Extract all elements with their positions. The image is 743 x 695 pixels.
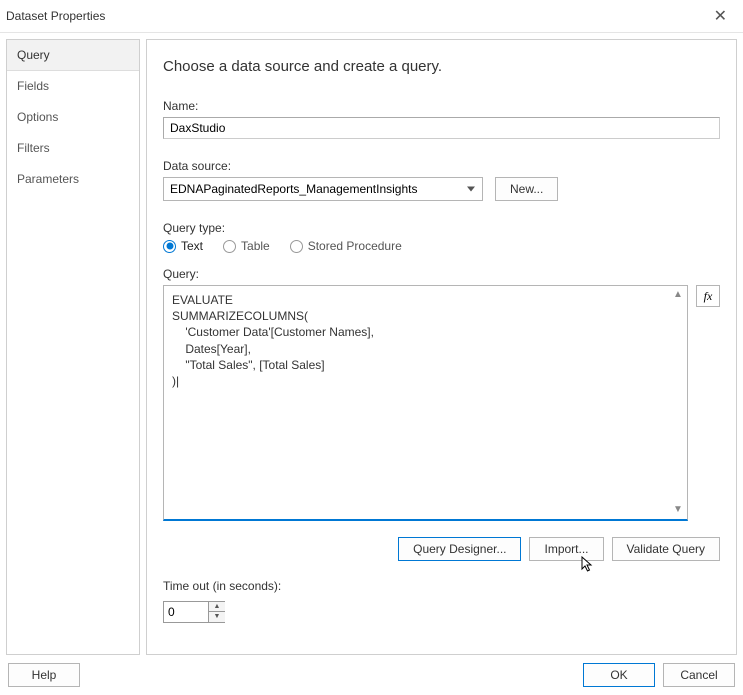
radio-stored-procedure[interactable]: Stored Procedure xyxy=(290,239,402,253)
datasource-dropdown[interactable]: EDNAPaginatedReports_ManagementInsights xyxy=(163,177,483,201)
sidebar: Query Fields Options Filters Parameters xyxy=(6,39,140,655)
scroll-down-icon[interactable]: ▼ xyxy=(671,503,685,517)
query-designer-button[interactable]: Query Designer... xyxy=(398,537,521,561)
radio-text[interactable]: Text xyxy=(163,239,203,253)
spinner-down-icon[interactable]: ▼ xyxy=(209,612,225,622)
fx-button[interactable]: fx xyxy=(696,285,720,307)
help-button[interactable]: Help xyxy=(8,663,80,687)
query-textarea-wrap: ▲ ▼ xyxy=(163,285,688,521)
query-area: ▲ ▼ fx xyxy=(163,285,720,521)
sidebar-item-options[interactable]: Options xyxy=(7,102,139,133)
sidebar-item-label: Fields xyxy=(17,79,49,93)
validate-query-button[interactable]: Validate Query xyxy=(612,537,721,561)
timeout-row: Time out (in seconds): ▲ ▼ xyxy=(163,579,720,623)
close-icon[interactable]: ✕ xyxy=(708,6,733,26)
sidebar-item-label: Parameters xyxy=(17,172,79,186)
sidebar-item-fields[interactable]: Fields xyxy=(7,71,139,102)
timeout-spinner[interactable]: ▲ ▼ xyxy=(163,601,225,623)
name-label: Name: xyxy=(163,99,720,113)
datasource-label: Data source: xyxy=(163,159,720,173)
query-button-row: Query Designer... Import... Validate Que… xyxy=(163,537,720,561)
query-textarea[interactable] xyxy=(164,286,687,519)
radio-table[interactable]: Table xyxy=(223,239,270,253)
fx-icon: fx xyxy=(704,289,713,304)
querytype-group: Text Table Stored Procedure xyxy=(163,239,720,253)
panel-heading: Choose a data source and create a query. xyxy=(163,58,720,75)
ok-button[interactable]: OK xyxy=(583,663,655,687)
querytype-label: Query type: xyxy=(163,221,720,235)
radio-icon xyxy=(290,240,303,253)
content: Query Fields Options Filters Parameters … xyxy=(0,33,743,655)
spinner-up-icon[interactable]: ▲ xyxy=(209,602,225,612)
datasource-select[interactable]: EDNAPaginatedReports_ManagementInsights xyxy=(163,177,483,201)
query-label: Query: xyxy=(163,267,720,281)
radio-label: Table xyxy=(241,239,270,253)
spinner-buttons: ▲ ▼ xyxy=(208,602,225,622)
new-datasource-button[interactable]: New... xyxy=(495,177,558,201)
sidebar-item-parameters[interactable]: Parameters xyxy=(7,164,139,195)
radio-label: Text xyxy=(181,239,203,253)
import-button[interactable]: Import... xyxy=(529,537,603,561)
cancel-button[interactable]: Cancel xyxy=(663,663,735,687)
query-panel: Choose a data source and create a query.… xyxy=(146,39,737,655)
radio-label: Stored Procedure xyxy=(308,239,402,253)
dialog-footer: Help OK Cancel xyxy=(0,655,743,695)
sidebar-item-query[interactable]: Query xyxy=(7,40,139,71)
timeout-label: Time out (in seconds): xyxy=(163,579,720,593)
sidebar-item-label: Options xyxy=(17,110,58,124)
datasource-row: EDNAPaginatedReports_ManagementInsights … xyxy=(163,177,720,201)
sidebar-item-label: Query xyxy=(17,48,50,62)
radio-icon xyxy=(163,240,176,253)
name-input[interactable] xyxy=(163,117,720,139)
titlebar: Dataset Properties ✕ xyxy=(0,0,743,33)
footer-right: OK Cancel xyxy=(583,663,735,687)
sidebar-item-label: Filters xyxy=(17,141,50,155)
radio-icon xyxy=(223,240,236,253)
dialog-title: Dataset Properties xyxy=(6,9,105,23)
scroll-up-icon[interactable]: ▲ xyxy=(671,288,685,302)
timeout-input[interactable] xyxy=(164,602,208,622)
sidebar-item-filters[interactable]: Filters xyxy=(7,133,139,164)
